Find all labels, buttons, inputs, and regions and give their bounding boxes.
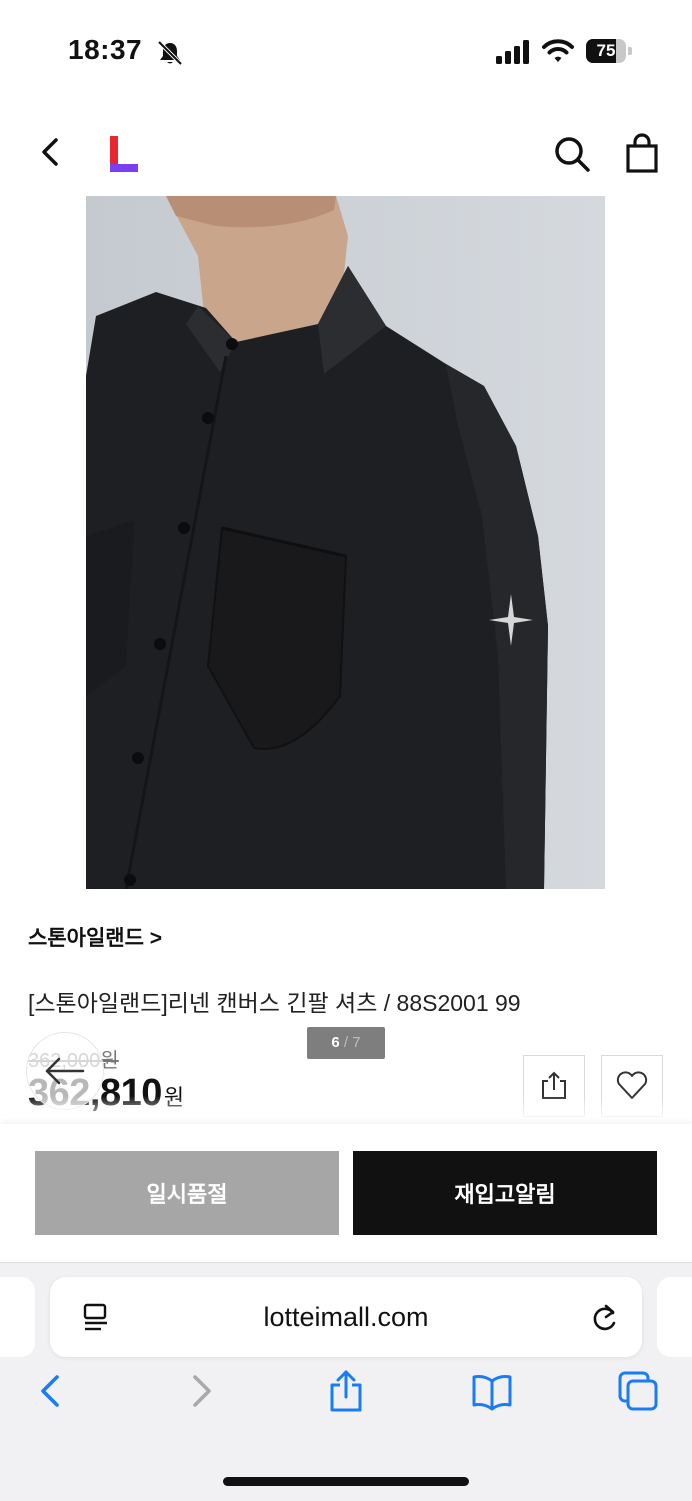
safari-back-icon[interactable] <box>29 1369 73 1413</box>
product-title: [스톤아일랜드]리넨 캔버스 긴팔 셔츠 / 88S2001 99 <box>28 990 521 1016</box>
url-text[interactable]: lotteimall.com <box>50 1277 642 1357</box>
back-chevron-icon[interactable] <box>34 132 68 172</box>
restock-alert-button[interactable]: 재입고알림 <box>353 1151 657 1235</box>
wifi-icon <box>542 39 574 62</box>
lotte-logo[interactable] <box>108 136 140 172</box>
reader-mode-icon[interactable] <box>82 1303 110 1333</box>
browser-toolbar: lotteimall.com <box>0 1262 692 1501</box>
shopping-bag-icon[interactable] <box>622 132 662 174</box>
image-counter-total: 7 <box>352 1034 361 1051</box>
image-counter: 6 / 7 <box>307 1027 385 1059</box>
purchase-action-bar: 일시품절 재입고알림 <box>0 1124 692 1262</box>
bookmarks-icon[interactable] <box>470 1369 514 1413</box>
safari-share-icon[interactable] <box>324 1369 368 1413</box>
address-bar[interactable]: lotteimall.com <box>50 1277 642 1357</box>
product-photo-illustration <box>86 196 605 889</box>
content-fade <box>0 1096 692 1124</box>
search-icon[interactable] <box>552 134 592 174</box>
product-photo[interactable] <box>86 196 605 889</box>
reload-icon[interactable] <box>590 1301 620 1333</box>
safari-forward-icon[interactable] <box>179 1369 223 1413</box>
bell-slash-icon <box>157 40 183 66</box>
next-tab-preview[interactable] <box>657 1277 692 1357</box>
image-counter-current: 6 <box>331 1034 340 1051</box>
status-bar: 18:37 75 <box>0 0 692 100</box>
tabs-icon[interactable] <box>616 1369 660 1413</box>
battery-percentage: 75 <box>596 41 616 60</box>
previous-tab-preview[interactable] <box>0 1277 35 1357</box>
home-indicator <box>223 1477 469 1486</box>
status-time: 18:37 <box>68 34 143 65</box>
soldout-button[interactable]: 일시품절 <box>35 1151 339 1235</box>
image-counter-separator: / <box>343 1034 349 1051</box>
signal-icon <box>496 40 529 64</box>
battery-indicator: 75 <box>586 39 632 63</box>
brand-link[interactable]: 스톤아일랜드 > <box>28 922 162 952</box>
product-image-gallery[interactable]: 6 / 7 <box>0 196 692 1059</box>
top-navigation <box>0 110 692 196</box>
